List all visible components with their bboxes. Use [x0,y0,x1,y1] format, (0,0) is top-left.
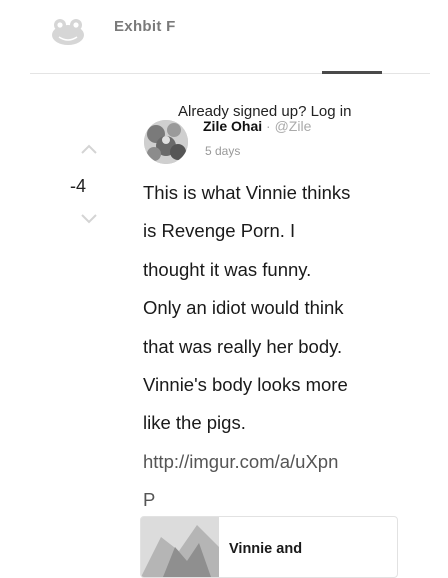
author-line: Zile Ohai · @Zile [203,118,311,134]
comment-body: This is what Vinnie thinks is Revenge Po… [143,174,403,520]
frog-logo-icon[interactable] [50,16,86,46]
link-preview-thumbnail [141,517,219,577]
page-title: Exhbit F [114,18,176,35]
comment-text-line: that was really her body. [143,335,343,357]
chevron-down-icon[interactable] [80,212,98,226]
author-name[interactable]: Zile Ohai [203,118,262,134]
link-preview-card[interactable]: Vinnie and [140,516,398,578]
avatar-image [144,120,188,164]
comment-link[interactable]: http://imgur.com/a/uXpn [143,443,403,481]
comment-text-line: Vinnie's body looks more [143,374,348,396]
comment-text-line: Only an idiot would think [143,297,344,319]
chevron-up-icon[interactable] [80,142,98,156]
avatar[interactable] [144,120,188,164]
vote-score: -4 [70,176,87,196]
comment-timestamp: 5 days [205,144,241,158]
author-handle[interactable]: @Zile [275,118,312,134]
active-tab-indicator [322,71,382,74]
author-separator: · [266,118,271,134]
comment-text-line: like the pigs. [143,412,246,434]
link-preview-title: Vinnie and [229,541,303,557]
comment-link-continued[interactable]: P [143,481,403,519]
comment-text-line: This is what Vinnie thinks [143,182,351,203]
comment-text-line: is Revenge Porn. I [143,220,296,242]
comment-text-line: thought it was funny. [143,258,312,280]
